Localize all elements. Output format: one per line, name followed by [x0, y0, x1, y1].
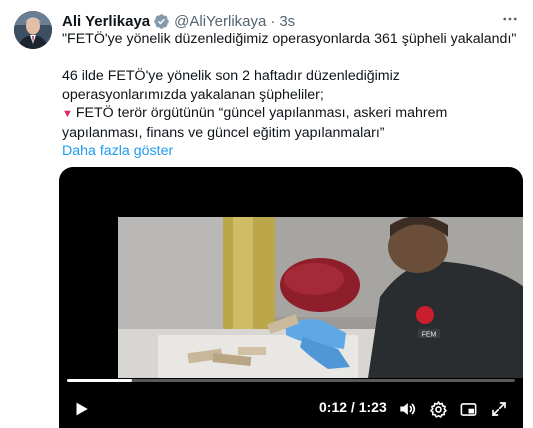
video-still-image: FEM [118, 217, 523, 378]
volume-icon[interactable] [396, 398, 418, 420]
avatar[interactable] [14, 11, 52, 49]
tweet-text: "FETÖ'ye yönelik düzenlediğimiz operasyo… [62, 30, 522, 161]
verified-badge-icon[interactable] [153, 13, 170, 30]
tweet-bullet-text: FETÖ terör örgütünün “güncel yapılanması… [62, 105, 448, 141]
uniform-badge-text: FEM [422, 332, 437, 339]
red-triangle-icon: ▼ [62, 108, 73, 120]
show-more-link[interactable]: Daha fazla göster [62, 143, 173, 159]
author-name[interactable]: Ali Yerlikaya [62, 13, 150, 30]
tweet-headline: "FETÖ'ye yönelik düzenlediğimiz operasyo… [62, 31, 517, 47]
header-separator: · [270, 12, 276, 30]
tweet-body-line: 46 ilde FETÖ'ye yönelik son 2 haftadır d… [62, 68, 400, 103]
settings-gear-icon[interactable] [427, 398, 449, 420]
video-player[interactable]: FEM 0:12 / 1:23 [59, 167, 523, 428]
picture-in-picture-icon[interactable] [457, 398, 479, 420]
tweet-timestamp[interactable]: 3s [279, 13, 295, 30]
play-icon[interactable] [70, 398, 92, 420]
video-progress-fill [67, 379, 132, 382]
tweet-bullet-line: ▼ FETÖ terör örgütünün “güncel yapılanmas… [62, 104, 522, 142]
video-duration: 1:23 [358, 399, 387, 415]
video-time-readout: 0:12 / 1:23 [319, 399, 387, 415]
tweet-header: Ali Yerlikaya @AliYerlikaya · 3s [62, 11, 482, 31]
video-progress-bar[interactable] [67, 379, 515, 382]
video-current-time: 0:12 [319, 399, 348, 415]
fullscreen-icon[interactable] [488, 398, 510, 420]
avatar-portrait-image [14, 11, 52, 49]
more-options-icon[interactable] [499, 9, 521, 29]
author-handle[interactable]: @AliYerlikaya [174, 13, 266, 30]
video-frame[interactable]: FEM [118, 217, 523, 378]
